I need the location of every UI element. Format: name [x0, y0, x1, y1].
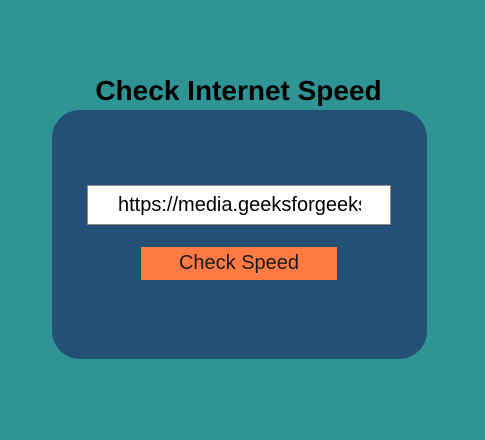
url-input[interactable]	[87, 185, 391, 225]
speed-check-card: Check Speed	[52, 110, 427, 359]
check-speed-button[interactable]: Check Speed	[141, 247, 337, 280]
page-title: Check Internet Speed	[95, 74, 382, 106]
